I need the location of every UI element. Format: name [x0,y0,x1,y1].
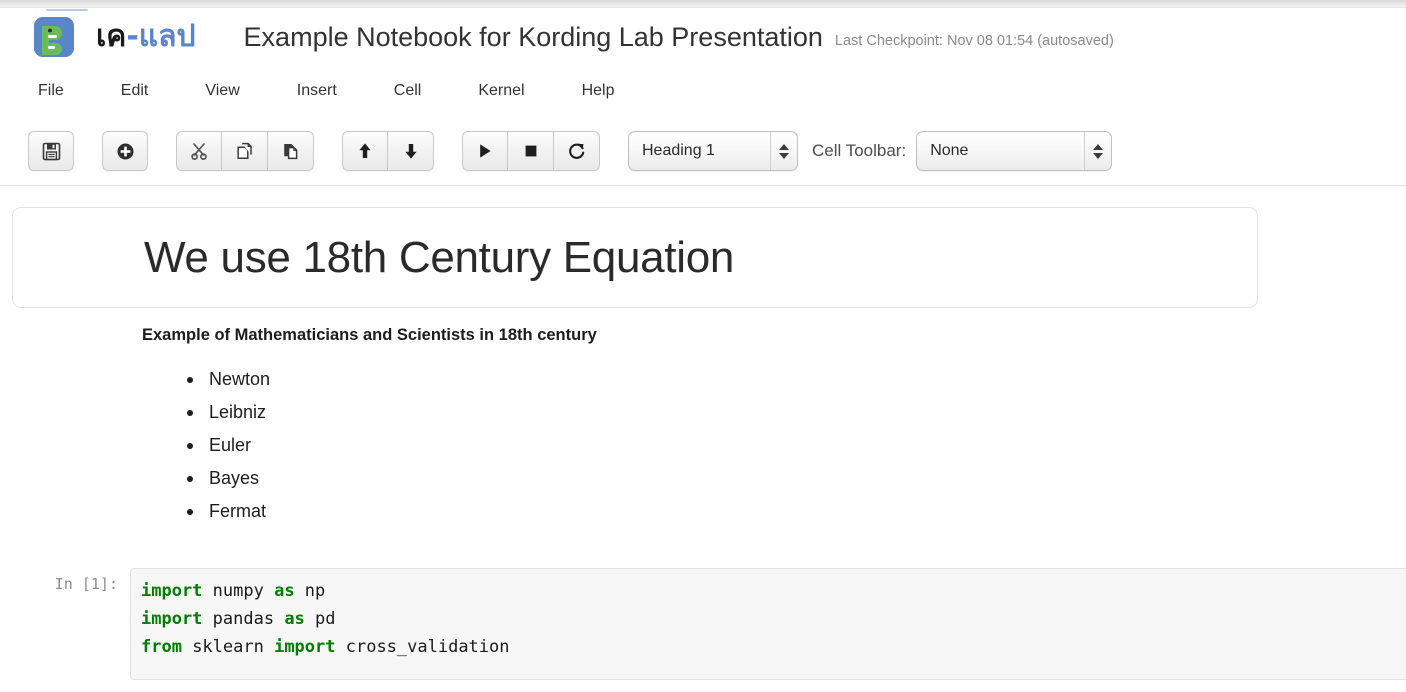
toolbar-group-move [342,131,434,171]
menu-item-kernel[interactable]: Kernel [466,78,536,104]
code-keyword: import [141,609,202,629]
list-item: Leibniz [187,396,1242,429]
insert-cell-button[interactable] [102,131,148,171]
toolbar-group-insert [102,131,148,171]
code-text: numpy [202,581,274,601]
plus-circle-icon [116,142,135,161]
heading-cell-text: We use 18th Century Equation [13,233,734,283]
heading-cell[interactable]: We use 18th Century Equation [12,207,1258,308]
list-item: Bayes [187,462,1242,495]
move-down-button[interactable] [388,131,434,171]
menu-item-insert[interactable]: Insert [285,78,349,104]
copy-pages-icon [235,141,255,161]
chevron-up-icon [779,144,789,150]
toolbar-group-clipboard [176,131,314,171]
code-keyword: as [284,609,304,629]
brand-thai-blue: แลป [139,19,196,54]
copy-button[interactable] [222,131,268,171]
code-keyword: as [274,581,294,601]
scissors-icon [189,141,209,161]
code-cell-input-prompt: In [1]: [0,568,130,593]
toolbar-group-run [462,131,600,171]
code-text: sklearn [182,637,274,657]
cell-toolbar-select[interactable]: None [916,131,1112,171]
restart-button[interactable] [554,131,600,171]
stop-square-icon [521,141,541,161]
menu-bar: File Edit View Insert Cell Kernel Help [0,72,1406,110]
chevron-down-icon [779,153,789,159]
markdown-bullet-list: Newton Leibniz Euler Bayes Fermat [142,363,1242,528]
code-editor[interactable]: import numpy as np import pandas as pd f… [130,568,1406,680]
code-keyword: from [141,637,182,657]
save-button[interactable] [28,131,74,171]
stop-button[interactable] [508,131,554,171]
kaylab-dino-logo-icon [34,17,74,57]
list-item: Euler [187,429,1242,462]
cell-type-select-value: Heading 1 [629,142,770,160]
code-keyword: import [274,637,335,657]
menu-item-edit[interactable]: Edit [109,78,161,104]
menu-item-view[interactable]: View [193,78,251,104]
cell-type-select[interactable]: Heading 1 [628,131,798,171]
arrow-up-icon [355,141,375,161]
code-text: pd [305,609,336,629]
cell-type-select-wrap: Heading 1 [628,131,798,171]
list-item: Fermat [187,495,1242,528]
code-keyword: import [141,581,202,601]
markdown-cell[interactable]: Example of Mathematicians and Scientists… [142,326,1242,528]
paste-button[interactable] [268,131,314,171]
notebook-header: เค-แลป Example Notebook for Kording Lab … [0,8,1406,66]
arrow-down-icon [401,141,421,161]
cell-toolbar-label: Cell Toolbar: [812,141,906,161]
floppy-disk-icon [42,142,61,161]
markdown-lead-text: Example of Mathematicians and Scientists… [142,326,1242,345]
run-button[interactable] [462,131,508,171]
cell-toolbar-select-value: None [917,142,1084,160]
last-checkpoint-status: Last Checkpoint: Nov 08 01:54 (autosaved… [835,25,1114,49]
list-item: Newton [187,363,1242,396]
logo-wrap[interactable] [32,15,76,59]
menu-item-cell[interactable]: Cell [382,78,434,104]
jupyter-notebook-window: เค-แลป Example Notebook for Kording Lab … [0,0,1406,692]
code-cell: In [1]: import numpy as np import pandas… [0,568,1406,680]
menu-item-file[interactable]: File [26,78,76,104]
toolbar-group-save [28,131,74,171]
cut-button[interactable] [176,131,222,171]
cell-toolbar-stepper-icon[interactable] [1084,132,1111,170]
brand-thai-separator: - [126,19,138,54]
brand-wordmark: เค-แลป [96,22,196,52]
code-line: import numpy as np [141,577,1406,605]
window-top-edge [0,0,1406,8]
notebook-toolbar: Heading 1 Cell Toolbar: None [0,120,1406,182]
play-triangle-icon [475,141,495,161]
brand-thai-dark: เค [96,19,126,54]
restart-circular-arrow-icon [567,141,587,161]
notebook-body: We use 18th Century Equation Example of … [0,186,1406,692]
paste-clipboard-icon [281,141,301,161]
chevron-down-icon [1093,153,1103,159]
code-text: np [295,581,326,601]
code-line: from sklearn import cross_validation [141,633,1406,661]
notebook-title[interactable]: Example Notebook for Kording Lab Present… [244,22,823,53]
move-up-button[interactable] [342,131,388,171]
code-line: import pandas as pd [141,605,1406,633]
chevron-up-icon [1093,144,1103,150]
code-text: cross_validation [336,637,510,657]
cell-toolbar-select-wrap: None [916,131,1112,171]
cell-type-stepper-icon[interactable] [770,132,797,170]
code-text: pandas [202,609,284,629]
menu-item-help[interactable]: Help [570,78,627,104]
